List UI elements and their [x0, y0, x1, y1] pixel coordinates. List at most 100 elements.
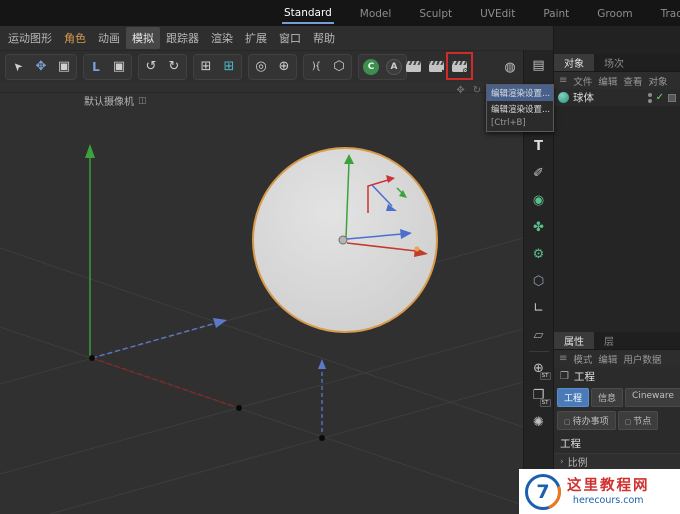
orbit-view-icon[interactable]: ↻ [473, 85, 481, 96]
camera-label[interactable]: 默认摄像机 [84, 93, 134, 108]
tab-button-project[interactable]: 工程 [557, 388, 589, 407]
menu-window[interactable]: 窗口 [273, 27, 307, 49]
a-circle-icon: A [386, 59, 402, 75]
scene-nodes-button[interactable]: ⊕ST [528, 357, 550, 379]
menu-simulate[interactable]: 模拟 [126, 27, 160, 49]
text-object-button[interactable]: T [528, 135, 550, 157]
capsule-group: C A [358, 54, 407, 80]
tooltip-item[interactable]: 编辑渲染设置... [487, 85, 553, 101]
redo-button[interactable]: ↻ [163, 56, 185, 78]
object-tag-icon[interactable] [668, 94, 676, 102]
workplane-tools-group: L ▣ [83, 54, 132, 80]
pen-icon: ✐ [533, 166, 544, 181]
object-name[interactable]: 球体 [573, 90, 644, 105]
render-settings-button[interactable]: ⚙ [448, 55, 470, 77]
tab-takes[interactable]: 场次 [594, 54, 634, 71]
workplane-l-button[interactable]: L [85, 56, 107, 78]
cloner-button[interactable]: ✤ [528, 216, 550, 238]
spline-tools-button[interactable]: ){ [305, 56, 327, 78]
asset-hexagon-button[interactable]: ⬡ [328, 56, 350, 78]
om-menu-view[interactable]: 查看 [623, 74, 642, 88]
layout-tab-standard[interactable]: Standard [282, 2, 334, 24]
attr-menu-mode[interactable]: 模式 [573, 352, 592, 366]
layout-tab-uvedit[interactable]: UVEdit [478, 3, 517, 23]
tab-objects[interactable]: 对象 [554, 54, 594, 71]
snap-group: ⊞ ⊞ [193, 54, 242, 80]
quantize-button[interactable]: ⊞ [218, 56, 240, 78]
object-list-area[interactable] [554, 106, 680, 332]
workplane-mode-button[interactable]: ◎ [250, 56, 272, 78]
world-y-axis[interactable] [85, 144, 95, 358]
render-queue-button[interactable]: ▤ [528, 54, 550, 76]
scale-tool-button[interactable]: ▣ [53, 56, 75, 78]
grid-snap-button[interactable]: ⊞ [195, 56, 217, 78]
selection-label: 工程 [574, 369, 595, 384]
layout-tab-sculpt[interactable]: Sculpt [417, 3, 454, 23]
enabled-check-icon[interactable]: ✓ [656, 92, 664, 103]
capsule-c-button[interactable]: C [360, 56, 382, 78]
todo-icon: ▢ [564, 418, 571, 426]
volume-sphere-button[interactable]: ◉ [528, 189, 550, 211]
menu-tracker[interactable]: 跟踪器 [160, 27, 205, 49]
tab-layers[interactable]: 层 [594, 332, 624, 349]
parallelogram-icon: ▱ [534, 328, 544, 343]
simulation-button[interactable]: ⚙ [528, 243, 550, 265]
menu-mograph[interactable]: 运动图形 [2, 27, 58, 49]
grid-point[interactable] [236, 405, 242, 411]
attr-menu-edit[interactable]: 编辑 [598, 352, 617, 366]
drop-line[interactable] [318, 359, 326, 435]
axis-mode-button[interactable]: ⊕ [273, 56, 295, 78]
camera-popup-icon[interactable]: ◫ [138, 96, 147, 106]
origin-point[interactable] [89, 355, 95, 361]
menu-animate[interactable]: 动画 [92, 27, 126, 49]
menu-extensions[interactable]: 扩展 [239, 27, 273, 49]
attr-menu-userdata[interactable]: 用户数据 [623, 352, 661, 366]
tab-button-info[interactable]: 信息 [591, 388, 623, 407]
workplane-lock-button[interactable]: ▣ [108, 56, 130, 78]
project-cube-icon: ❒ [560, 371, 569, 382]
render-picture-viewer-button[interactable]: ▸ [425, 55, 447, 77]
om-menu-object[interactable]: 对象 [648, 74, 667, 88]
deformer-button[interactable]: ▱ [528, 324, 550, 346]
modeling-group: ){ ⬡ [303, 54, 352, 80]
pen-tool-button[interactable]: ✐ [528, 162, 550, 184]
tab-button-cineware[interactable]: Cineware [625, 388, 680, 407]
object-row-sphere[interactable]: 球体 ✓ [554, 89, 680, 106]
hamburger-icon[interactable]: ≡ [559, 75, 567, 86]
tab-button-todo[interactable]: ▢待办事项 [557, 411, 616, 430]
layout-tab-model[interactable]: Model [358, 3, 394, 23]
interactive-render-button[interactable]: ◍ [500, 57, 520, 77]
layout-tab-track[interactable]: Track [659, 3, 680, 23]
watermark: 7 这里教程网 herecours.com [519, 469, 680, 514]
live-selection-tool-button[interactable]: ➤ [7, 56, 29, 78]
visibility-dots-icon[interactable] [648, 93, 652, 103]
fold-row-scale[interactable]: › 比例 [554, 453, 680, 470]
hamburger-icon[interactable]: ≡ [559, 353, 567, 364]
film-icon: ▤ [532, 58, 544, 73]
light-icon: ✺ [533, 415, 544, 430]
workplane-z-axis[interactable] [92, 318, 227, 358]
axis-group: ◎ ⊕ [248, 54, 297, 80]
om-menu-edit[interactable]: 编辑 [598, 74, 617, 88]
move-tool-button[interactable]: ✥ [30, 56, 52, 78]
scene-cube-button[interactable]: ❐ST [528, 384, 550, 406]
right-panel: 对象 场次 ≡ 文件 编辑 查看 对象 球体 ✓ 属性 层 ≡ 模式 [553, 26, 680, 514]
om-menu-file[interactable]: 文件 [573, 74, 592, 88]
drop-point[interactable] [319, 435, 325, 441]
menu-help[interactable]: 帮助 [307, 27, 341, 49]
tab-button-nodes[interactable]: ▢节点 [618, 411, 659, 430]
tooltip-item[interactable]: 编辑渲染设置... [487, 101, 553, 117]
render-view-button[interactable] [402, 55, 424, 77]
layout-tab-paint[interactable]: Paint [541, 3, 571, 23]
menu-character[interactable]: 角色 [58, 27, 92, 49]
field-button[interactable]: ⬡ [528, 270, 550, 292]
pan-view-icon[interactable]: ✥ [456, 85, 464, 96]
undo-button[interactable]: ↺ [140, 56, 162, 78]
tab-attributes[interactable]: 属性 [554, 332, 594, 349]
watermark-logo: 7 [525, 474, 561, 510]
viewport[interactable]: 默认摄像机 ◫ ✥ ↻ ⊕ ▣ [0, 82, 523, 514]
light-button[interactable]: ✺ [528, 411, 550, 433]
measure-button[interactable]: ∟ [528, 297, 550, 319]
layout-tab-groom[interactable]: Groom [595, 3, 634, 23]
menu-render[interactable]: 渲染 [205, 27, 239, 49]
